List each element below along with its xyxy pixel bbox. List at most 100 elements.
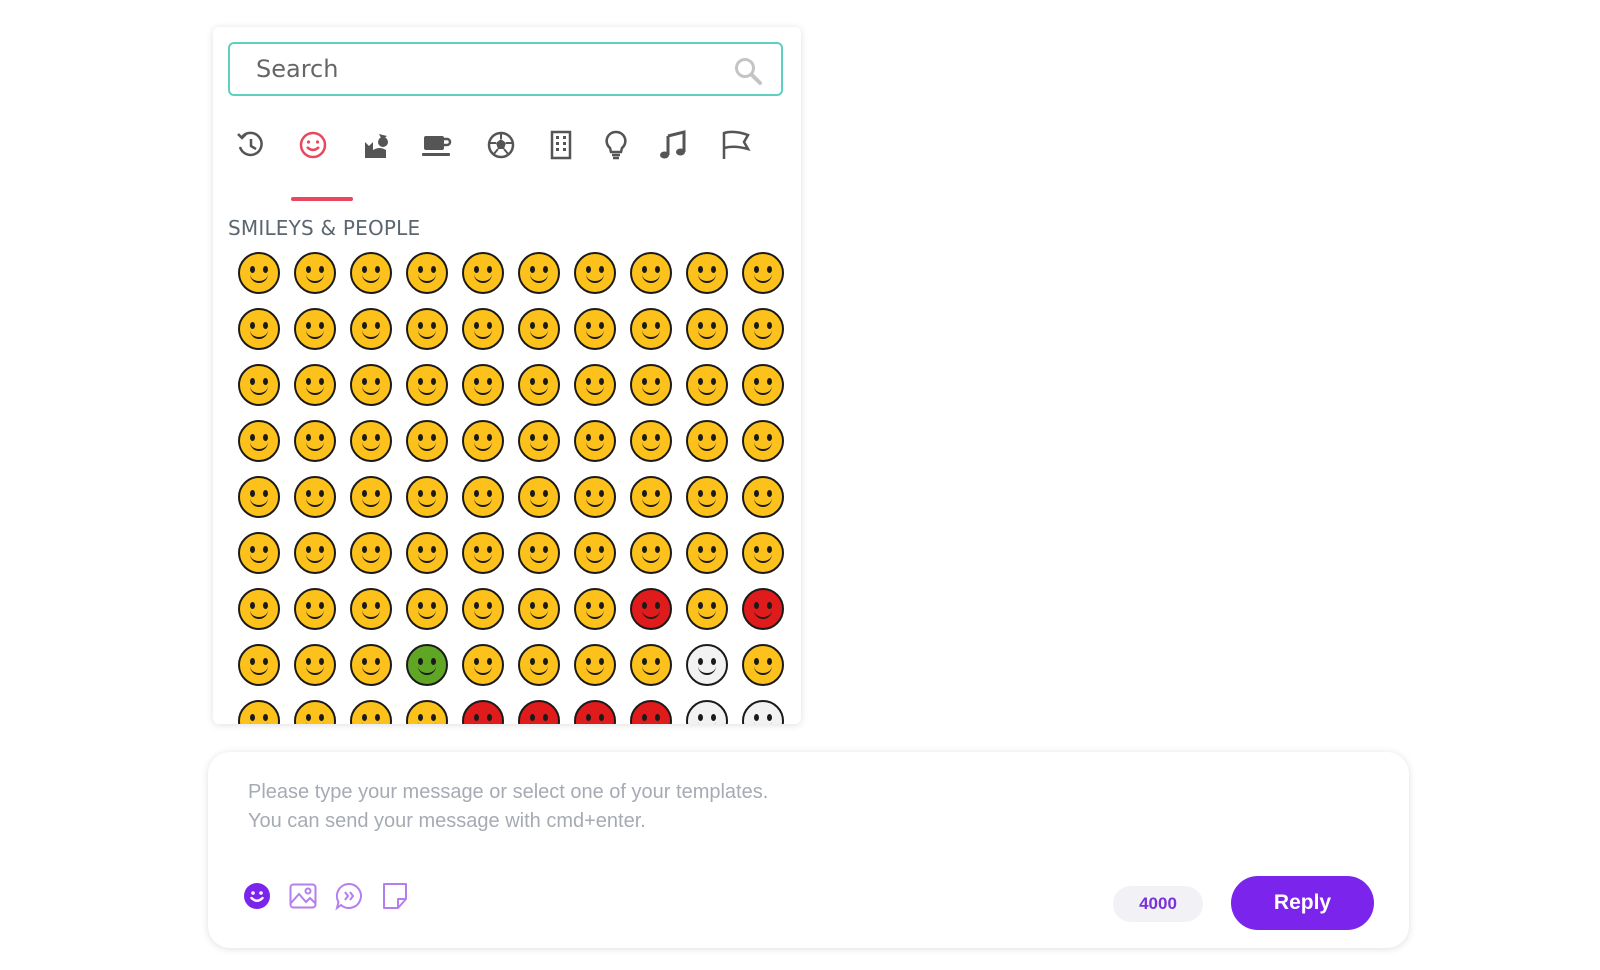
emoji-grimacing-face[interactable] — [287, 581, 343, 637]
emoji-disappointed-face[interactable] — [287, 525, 343, 581]
emoji-crying-face[interactable] — [455, 525, 511, 581]
message-input[interactable] — [246, 776, 1150, 850]
emoji-skull[interactable] — [679, 693, 735, 724]
emoji-monocle-face[interactable] — [343, 693, 399, 724]
emoji-grinning-big-eyes[interactable] — [455, 245, 511, 301]
emoji-search-input[interactable] — [254, 48, 728, 90]
emoji-hand-over-mouth[interactable] — [287, 693, 343, 724]
image-button[interactable] — [288, 880, 318, 912]
emoji-blowing-kiss[interactable] — [399, 301, 455, 357]
tab-activity[interactable] — [481, 125, 521, 165]
emoji-kissing-smiling-eyes[interactable] — [511, 301, 567, 357]
emoji-grinning-sweat[interactable] — [567, 245, 623, 301]
emoji-tired-face[interactable] — [455, 413, 511, 469]
emoji-no-mouth[interactable] — [511, 357, 567, 413]
emoji-anguished-face[interactable] — [623, 525, 679, 581]
emoji-angry-horns[interactable] — [511, 693, 567, 724]
emoji-fearful-face[interactable] — [679, 525, 735, 581]
emoji-exploding-head[interactable] — [231, 581, 287, 637]
emoji-hugging-face[interactable] — [735, 301, 791, 357]
emoji-dizzy-face[interactable] — [567, 581, 623, 637]
emoji-hushed-face[interactable] — [343, 413, 399, 469]
emoji-medical-mask[interactable] — [231, 637, 287, 693]
emoji-kissing-face[interactable] — [455, 301, 511, 357]
emoji-winking-face[interactable] — [679, 245, 735, 301]
emoji-button[interactable] — [242, 880, 272, 912]
emoji-smirking-face[interactable] — [623, 357, 679, 413]
emoji-grinning-face[interactable] — [231, 245, 287, 301]
tab-travel-places[interactable] — [541, 125, 581, 165]
emoji-bandage-head[interactable] — [343, 637, 399, 693]
emoji-zipper-mouth[interactable] — [287, 413, 343, 469]
emoji-lying-face[interactable] — [735, 637, 791, 693]
emoji-confused-face[interactable] — [455, 469, 511, 525]
emoji-nerd-face[interactable] — [399, 693, 455, 724]
emoji-sneezing-face[interactable] — [511, 637, 567, 693]
emoji-upside-down[interactable] — [511, 469, 567, 525]
emoji-winking-tongue[interactable] — [679, 413, 735, 469]
emoji-sleepy-face[interactable] — [399, 413, 455, 469]
emoji-beaming-face[interactable] — [287, 245, 343, 301]
emoji-money-mouth[interactable] — [567, 469, 623, 525]
emoji-loudly-crying[interactable] — [511, 525, 567, 581]
emoji-smiling-eyes[interactable] — [735, 245, 791, 301]
emoji-steam-nose[interactable] — [399, 525, 455, 581]
emoji-slightly-frowning[interactable] — [735, 469, 791, 525]
emoji-frowning-face[interactable] — [679, 469, 735, 525]
emoji-thinking-face[interactable] — [287, 357, 343, 413]
note-button[interactable] — [380, 880, 410, 912]
emoji-rolling-eyes[interactable] — [567, 357, 623, 413]
emoji-sunglasses-face[interactable] — [287, 301, 343, 357]
emoji-grinning-smiling-eyes[interactable] — [511, 245, 567, 301]
emoji-tears-of-joy[interactable] — [343, 245, 399, 301]
emoji-star-struck[interactable] — [231, 357, 287, 413]
emoji-raised-eyebrow[interactable] — [343, 357, 399, 413]
emoji-weary-face[interactable] — [735, 525, 791, 581]
emoji-pensive-face[interactable] — [399, 469, 455, 525]
tab-food-drink[interactable] — [416, 125, 456, 165]
emoji-downcast-sweat[interactable] — [343, 469, 399, 525]
emoji-worried-face[interactable] — [343, 525, 399, 581]
emoji-anxious-sweat[interactable] — [343, 581, 399, 637]
emoji-savoring-food[interactable] — [231, 301, 287, 357]
templates-button[interactable] — [334, 880, 364, 912]
emoji-nauseated-face[interactable] — [399, 637, 455, 693]
emoji-sad-relieved[interactable] — [735, 357, 791, 413]
emoji-confounded-face[interactable] — [231, 525, 287, 581]
emoji-rolling-laughing[interactable] — [399, 245, 455, 301]
emoji-angry-face[interactable] — [679, 581, 735, 637]
emoji-goblin[interactable] — [623, 693, 679, 724]
emoji-expressionless[interactable] — [455, 357, 511, 413]
emoji-hushed-open-mouth[interactable] — [231, 413, 287, 469]
emoji-ogre[interactable] — [567, 693, 623, 724]
emoji-shushing-face[interactable] — [231, 693, 287, 724]
emoji-thermometer-face[interactable] — [287, 637, 343, 693]
emoji-neutral-face[interactable] — [399, 357, 455, 413]
tab-animals-nature[interactable] — [355, 125, 395, 165]
emoji-persevering-face[interactable] — [679, 357, 735, 413]
reply-button[interactable]: Reply — [1231, 876, 1374, 930]
tab-flags[interactable] — [715, 125, 755, 165]
emoji-flushed-face[interactable] — [455, 581, 511, 637]
emoji-cowboy-face[interactable] — [623, 637, 679, 693]
emoji-halo-face[interactable] — [567, 637, 623, 693]
emoji-smiling-horns[interactable] — [455, 693, 511, 724]
emoji-sleeping-face[interactable] — [511, 413, 567, 469]
emoji-slightly-smiling[interactable] — [679, 301, 735, 357]
search-icon[interactable] — [733, 56, 763, 86]
emoji-vomiting-face[interactable] — [455, 637, 511, 693]
emoji-kissing-closed-eyes[interactable] — [567, 301, 623, 357]
emoji-pouting-face[interactable] — [623, 581, 679, 637]
emoji-astonished-face[interactable] — [623, 469, 679, 525]
emoji-unamused-face[interactable] — [287, 469, 343, 525]
tab-smileys-people[interactable] — [293, 125, 333, 165]
emoji-screaming-fear[interactable] — [399, 581, 455, 637]
emoji-clown-face[interactable] — [679, 637, 735, 693]
emoji-tongue-out[interactable] — [623, 413, 679, 469]
emoji-relieved-face[interactable] — [567, 413, 623, 469]
emoji-squinting-face[interactable] — [623, 245, 679, 301]
tab-recent[interactable] — [231, 125, 271, 165]
tab-objects[interactable] — [596, 125, 636, 165]
emoji-smiling-face[interactable] — [623, 301, 679, 357]
emoji-drooling-face[interactable] — [231, 469, 287, 525]
